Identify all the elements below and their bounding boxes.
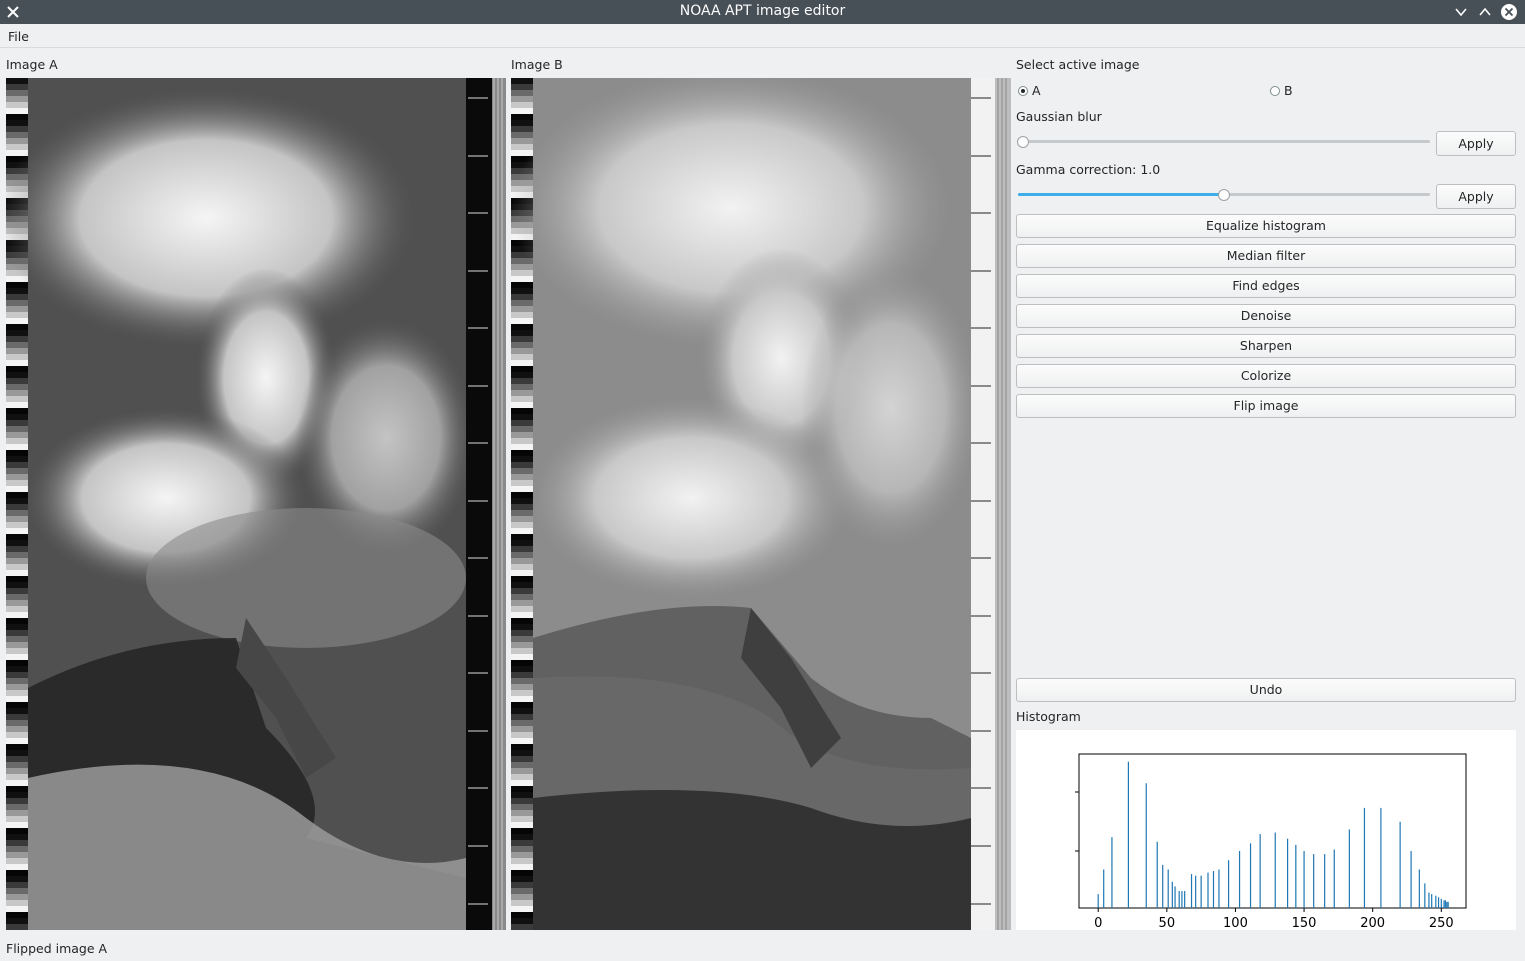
x-tick-label: 150 bbox=[1292, 916, 1317, 930]
window-title: NOAA APT image editor bbox=[679, 3, 846, 19]
radio-a[interactable] bbox=[1018, 86, 1028, 96]
find-edges-button[interactable]: Find edges bbox=[1016, 274, 1516, 298]
colorize-button[interactable]: Colorize bbox=[1016, 364, 1516, 388]
close-window-icon[interactable] bbox=[1499, 2, 1519, 22]
histogram-svg: 0 50 100 150 200 250 bbox=[1075, 753, 1467, 931]
gaussian-blur-slider[interactable] bbox=[1018, 140, 1430, 143]
gamma-slider-handle[interactable] bbox=[1218, 189, 1230, 201]
histogram-chart: 0 50 100 150 200 250 bbox=[1016, 730, 1516, 931]
image-b-view[interactable] bbox=[511, 78, 1011, 930]
x-tick-label: 50 bbox=[1159, 916, 1176, 930]
x-tick-label: 250 bbox=[1429, 916, 1454, 930]
gamma-apply-button[interactable]: Apply bbox=[1436, 184, 1516, 209]
median-filter-button[interactable]: Median filter bbox=[1016, 244, 1516, 268]
radio-b[interactable] bbox=[1270, 86, 1280, 96]
x-tick-label: 200 bbox=[1360, 916, 1385, 930]
image-a-picture bbox=[6, 78, 506, 930]
equalize-histogram-button[interactable]: Equalize histogram bbox=[1016, 214, 1516, 238]
title-bar: NOAA APT image editor bbox=[0, 0, 1525, 24]
image-b-label: Image B bbox=[511, 57, 563, 72]
gaussian-blur-slider-handle[interactable] bbox=[1017, 136, 1029, 148]
image-b-picture bbox=[511, 78, 1011, 930]
sharpen-button[interactable]: Sharpen bbox=[1016, 334, 1516, 358]
image-a-label: Image A bbox=[6, 57, 58, 72]
select-active-label: Select active image bbox=[1016, 57, 1140, 72]
histogram-label: Histogram bbox=[1016, 709, 1081, 724]
radio-a-label[interactable]: A bbox=[1032, 83, 1041, 98]
flip-image-button[interactable]: Flip image bbox=[1016, 394, 1516, 418]
minimize-icon[interactable] bbox=[1451, 2, 1471, 22]
menu-file[interactable]: File bbox=[8, 29, 29, 44]
gamma-slider-fill bbox=[1018, 193, 1224, 196]
undo-button[interactable]: Undo bbox=[1016, 678, 1516, 702]
status-bar: Flipped image A bbox=[6, 941, 108, 956]
x-tick-label: 0 bbox=[1094, 916, 1102, 930]
menu-bar: File bbox=[0, 24, 1525, 48]
histogram-frame bbox=[1078, 753, 1467, 909]
denoise-button[interactable]: Denoise bbox=[1016, 304, 1516, 328]
image-a-view[interactable] bbox=[6, 78, 506, 930]
gamma-correction-label: Gamma correction: 1.0 bbox=[1016, 162, 1161, 177]
radio-b-label[interactable]: B bbox=[1284, 83, 1293, 98]
gaussian-blur-apply-button[interactable]: Apply bbox=[1436, 131, 1516, 156]
maximize-icon[interactable] bbox=[1475, 2, 1495, 22]
gaussian-blur-label: Gaussian blur bbox=[1016, 109, 1102, 124]
x-tick-label: 100 bbox=[1223, 916, 1248, 930]
